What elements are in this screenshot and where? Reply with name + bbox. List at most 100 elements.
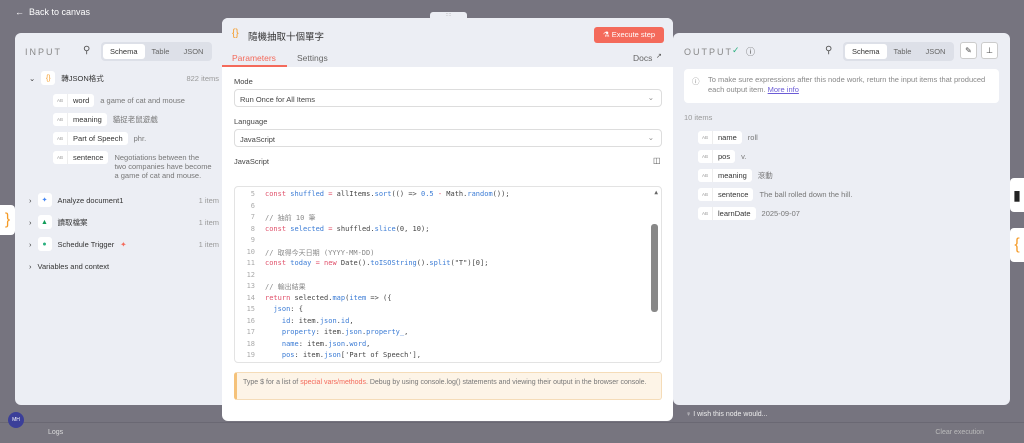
tab-table[interactable]: Table: [145, 44, 177, 59]
line-number: 16: [246, 316, 255, 325]
clock-icon: ●: [37, 237, 52, 251]
expand-editor-icon[interactable]: ◫: [653, 156, 661, 165]
node-row[interactable]: › ✦ Analyze document1 1 item: [29, 193, 229, 207]
mode-select[interactable]: Run Once for All Items ⌄: [234, 89, 662, 107]
edit-pencil-icon[interactable]: ✎: [960, 42, 977, 59]
language-select[interactable]: JavaScript ⌄: [234, 129, 662, 147]
code-line: // 取得今天日期 (YYYY-MM-DD): [265, 248, 375, 257]
code-editor[interactable]: ▲ 5 const shuffled = allItems.sort(() => …: [234, 186, 662, 363]
tab-schema[interactable]: Schema: [103, 44, 145, 59]
line-number: 6: [250, 201, 255, 210]
code-line: const shuffled = allItems.sort(() => 0.5…: [265, 190, 510, 198]
node-title[interactable]: 隨機抽取十個單字: [248, 29, 324, 43]
node-row[interactable]: ⌄ {} 轉JSON格式 822 items: [29, 71, 229, 85]
line-number: 11: [246, 259, 255, 267]
line-number: 9: [250, 236, 255, 244]
flask-icon: ⚗: [602, 30, 612, 39]
special-vars-link[interactable]: special vars/methods: [300, 379, 366, 386]
schema-field[interactable]: AB Part of Speech phr.: [53, 132, 146, 145]
line-number: 10: [246, 247, 255, 256]
back-to-canvas-button[interactable]: ← Back to canvas: [15, 7, 90, 17]
code-label: JavaScript: [234, 157, 270, 166]
active-tab-indicator: [222, 65, 287, 67]
tab-parameters[interactable]: Parameters: [232, 53, 276, 63]
tab-settings[interactable]: Settings: [297, 53, 328, 63]
schema-field[interactable]: AB meaning 貓捉老鼠遊戲: [53, 113, 158, 126]
variables-row[interactable]: › Variables and context: [29, 262, 109, 271]
line-number: 19: [246, 351, 255, 359]
logs-bar[interactable]: Logs Clear execution: [0, 422, 1024, 443]
schema-field[interactable]: AB learnDate 2025-09-07: [698, 207, 800, 220]
schema-field[interactable]: AB sentence The ball rolled down the hill.: [698, 188, 852, 201]
code-line: name: item.json.word,: [281, 339, 371, 348]
avatar[interactable]: MH: [8, 412, 24, 428]
node-row[interactable]: › ▲ 讀取檔案 1 item: [29, 215, 229, 229]
code-line: return selected.map(item => ({: [265, 293, 392, 302]
chevron-right-icon: ›: [29, 239, 32, 249]
tab-table[interactable]: Table: [887, 44, 919, 59]
line-number: 7: [250, 213, 255, 221]
line-number: 13: [246, 282, 255, 290]
line-number: 14: [246, 293, 255, 302]
chevron-right-icon: ›: [29, 262, 32, 271]
chevron-down-icon: ⌄: [29, 73, 36, 83]
feedback-link[interactable]: ♀ I wish this node would...: [686, 411, 768, 418]
line-number: 15: [246, 305, 255, 313]
pin-icon[interactable]: ⊥: [981, 42, 998, 59]
gemini-icon: ✦: [37, 193, 52, 207]
code-line: pos: item.json['Part of Speech'],: [281, 351, 421, 359]
mode-label: Mode: [234, 77, 253, 86]
schema-field[interactable]: AB pos v.: [698, 150, 746, 163]
search-icon[interactable]: ⚲: [825, 45, 832, 56]
node-editor-modal: {} 隨機抽取十個單字 ⚗ Execute step Parameters Se…: [222, 18, 673, 421]
clear-execution-button[interactable]: Clear execution: [935, 429, 984, 436]
output-title: OUTPUT: [684, 47, 733, 57]
schema-field[interactable]: AB name roll: [698, 131, 758, 144]
schema-field[interactable]: AB word a game of cat and mouse: [53, 94, 185, 107]
code-line: // 輸出結果: [265, 283, 306, 291]
chevron-down-icon: ⌄: [647, 133, 654, 142]
tab-json[interactable]: JSON: [918, 44, 952, 59]
tab-schema[interactable]: Schema: [845, 44, 887, 59]
input-title: INPUT: [25, 47, 62, 57]
output-panel: OUTPUT ✓ ⓘ ⚲ Schema Table JSON ✎ ⊥ ⓘ To m…: [673, 33, 1010, 405]
line-number: 17: [246, 328, 255, 336]
execute-step-button[interactable]: ⚗ Execute step: [594, 27, 664, 43]
code-line: const today = new Date().toISOString().s…: [265, 259, 489, 267]
code-line: id: item.json.id,: [281, 316, 354, 325]
code-node-icon: {}: [41, 71, 56, 85]
node-row[interactable]: › ● Schedule Trigger ✦ 1 item: [29, 237, 229, 251]
next-node-notion-button[interactable]: ▮: [1010, 178, 1024, 212]
scroll-up-icon[interactable]: ▲: [654, 189, 658, 196]
info-icon[interactable]: ⓘ: [746, 45, 755, 58]
line-number: 5: [250, 190, 255, 198]
google-drive-icon: ▲: [37, 215, 52, 229]
line-number: 18: [246, 339, 255, 348]
code-line: // 抽前 10 筆: [265, 214, 316, 222]
chevron-right-icon: ›: [29, 195, 32, 205]
schema-field[interactable]: AB meaning 滾動: [698, 169, 773, 182]
info-icon: ⓘ: [692, 77, 700, 86]
line-number: 12: [246, 270, 255, 279]
search-icon[interactable]: ⚲: [83, 45, 90, 56]
input-panel: INPUT ⚲ Schema Table JSON ⌄ {} 轉JSON格式 8…: [15, 33, 230, 405]
tab-json[interactable]: JSON: [176, 44, 210, 59]
success-check-icon: ✓: [732, 45, 740, 55]
schema-field[interactable]: AB sentence Negotiations between the two c…: [53, 151, 212, 180]
item-count: 10 items: [684, 113, 713, 122]
code-hint: Type $ for a list of special vars/method…: [234, 372, 662, 400]
docs-link[interactable]: Docs: [633, 53, 652, 63]
more-info-link[interactable]: More info: [768, 85, 799, 94]
editor-scrollbar[interactable]: [651, 224, 658, 312]
next-node-code-button[interactable]: {: [1010, 228, 1024, 262]
prev-node-button[interactable]: }: [0, 205, 15, 235]
code-node-icon: {}: [232, 28, 239, 39]
chevron-right-icon: ›: [29, 217, 32, 227]
arrow-left-icon: ←: [15, 7, 24, 17]
modal-header: {} 隨機抽取十個單字 ⚗ Execute step Parameters Se…: [222, 18, 673, 67]
chevron-down-icon: ⌄: [647, 93, 654, 102]
trigger-icon: ✦: [120, 239, 127, 249]
info-banner: ⓘ To make sure expressions after this nod…: [684, 69, 999, 103]
code-line: json: {: [273, 305, 303, 313]
language-label: Language: [234, 117, 268, 126]
